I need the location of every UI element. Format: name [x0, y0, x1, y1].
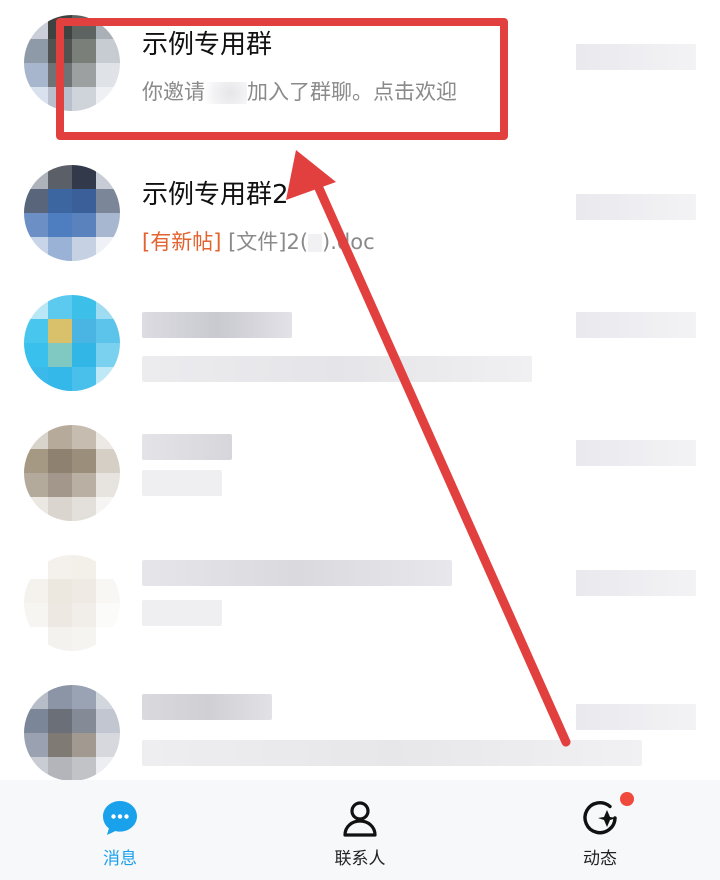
- notification-dot: [620, 792, 634, 806]
- moments-icon: [583, 801, 617, 835]
- message-icon: [103, 801, 137, 835]
- bottom-tab-bar: 消息 联系人 动态: [0, 780, 720, 880]
- tab-moments[interactable]: 动态: [500, 780, 700, 880]
- contacts-icon: [343, 801, 377, 837]
- annotation-arrow: [286, 150, 571, 747]
- tab-messages[interactable]: 消息: [20, 780, 220, 880]
- tab-label: 联系人: [334, 849, 386, 869]
- tab-label: 消息: [103, 849, 137, 869]
- tab-label: 动态: [583, 849, 617, 869]
- tab-contacts[interactable]: 联系人: [260, 780, 460, 880]
